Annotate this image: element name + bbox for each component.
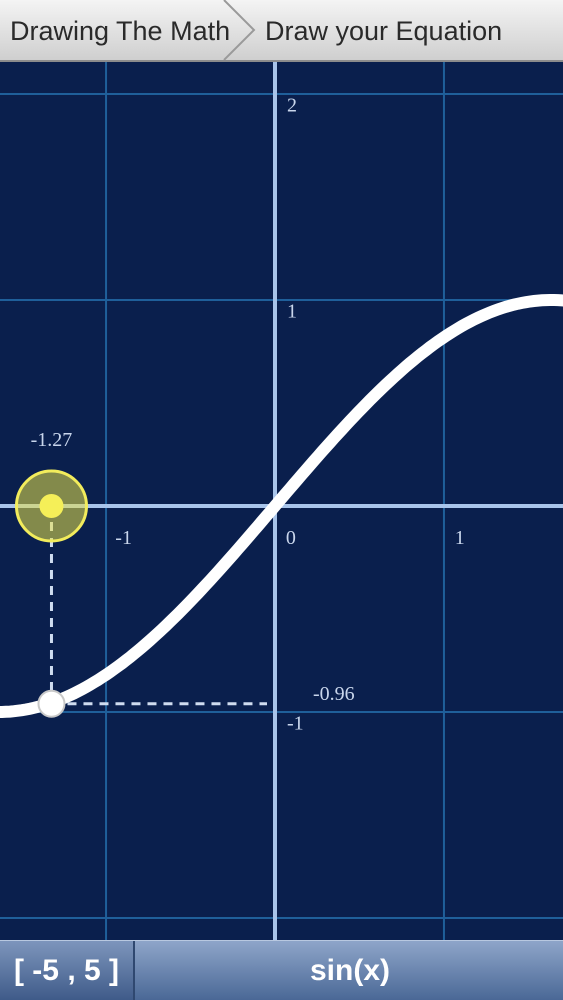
drag-handle-center bbox=[39, 494, 64, 518]
curve-point-marker bbox=[37, 689, 66, 718]
cursor-y-value: -0.96 bbox=[313, 683, 355, 705]
x-tick-label: -1 bbox=[115, 527, 132, 549]
y-tick-label: 2 bbox=[287, 94, 297, 116]
graph-canvas[interactable]: -1 0 1 2 1 -1 -1.27 -0.96 bbox=[0, 62, 563, 940]
y-tick-label: -1 bbox=[287, 712, 304, 734]
x-tick-label: 1 bbox=[455, 527, 465, 549]
cursor-x-value: -1.27 bbox=[31, 429, 73, 451]
x-tick-label: 0 bbox=[286, 527, 296, 549]
range-button[interactable]: [ -5 , 5 ] bbox=[0, 941, 135, 1000]
breadcrumb-current: Draw your Equation bbox=[265, 16, 503, 46]
function-plot[interactable]: -1 0 1 2 1 -1 -1.27 -0.96 bbox=[0, 62, 563, 940]
bottom-toolbar: [ -5 , 5 ] sin(x) bbox=[0, 940, 563, 1000]
breadcrumb-home[interactable]: Drawing The Math bbox=[10, 0, 230, 60]
chevron-right-icon bbox=[223, 0, 256, 60]
navigation-bar: Drawing The Math Draw your Equation bbox=[0, 0, 563, 62]
y-tick-label: 1 bbox=[287, 300, 297, 322]
equation-button[interactable]: sin(x) bbox=[137, 941, 563, 1000]
